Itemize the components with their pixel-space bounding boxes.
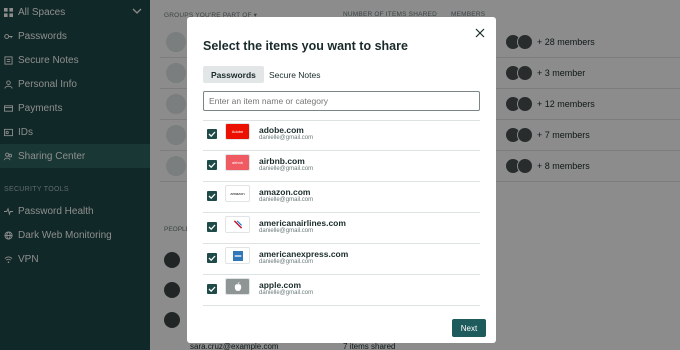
item-checkbox[interactable] bbox=[207, 129, 217, 139]
list-item[interactable]: amazon amazon.com danielle@gmail.com bbox=[203, 182, 480, 213]
search-input[interactable] bbox=[203, 91, 480, 111]
item-checkbox[interactable] bbox=[207, 191, 217, 201]
american-express-logo bbox=[225, 247, 250, 264]
close-icon[interactable] bbox=[474, 27, 486, 39]
item-name: apple.com bbox=[259, 280, 302, 290]
apple-logo bbox=[225, 278, 250, 295]
item-email: danielle@gmail.com bbox=[259, 290, 314, 296]
tab-secure-notes[interactable]: Secure Notes bbox=[261, 66, 329, 83]
share-items-modal: Select the items you want to share Passw… bbox=[187, 17, 496, 343]
item-name: americanexpress.com bbox=[259, 249, 349, 259]
tab-passwords[interactable]: Passwords bbox=[203, 66, 264, 83]
list-item[interactable]: airbnb airbnb.com danielle@gmail.com bbox=[203, 151, 480, 182]
item-name: amazon.com bbox=[259, 187, 311, 197]
item-checkbox[interactable] bbox=[207, 284, 217, 294]
item-email: danielle@gmail.com bbox=[259, 228, 314, 234]
item-email: danielle@gmail.com bbox=[259, 135, 314, 141]
amazon-logo: amazon bbox=[225, 185, 250, 202]
modal-title: Select the items you want to share bbox=[203, 39, 408, 53]
airbnb-logo: airbnb bbox=[225, 154, 250, 171]
item-name: airbnb.com bbox=[259, 156, 305, 166]
item-checkbox[interactable] bbox=[207, 222, 217, 232]
item-checkbox[interactable] bbox=[207, 253, 217, 263]
adobe-logo: Adobe bbox=[225, 123, 250, 140]
item-name: americanairlines.com bbox=[259, 218, 346, 228]
american-airlines-logo bbox=[225, 216, 250, 233]
list-item[interactable]: apple.com danielle@gmail.com bbox=[203, 275, 480, 306]
item-email: danielle@gmail.com bbox=[259, 197, 314, 203]
item-email: danielle@gmail.com bbox=[259, 166, 314, 172]
item-email: danielle@gmail.com bbox=[259, 259, 314, 265]
list-item[interactable]: Adobe adobe.com danielle@gmail.com bbox=[203, 120, 480, 151]
list-item[interactable]: americanairlines.com danielle@gmail.com bbox=[203, 213, 480, 244]
item-name: adobe.com bbox=[259, 125, 304, 135]
list-item[interactable]: americanexpress.com danielle@gmail.com bbox=[203, 244, 480, 275]
next-button[interactable]: Next bbox=[452, 319, 486, 337]
item-checkbox[interactable] bbox=[207, 160, 217, 170]
